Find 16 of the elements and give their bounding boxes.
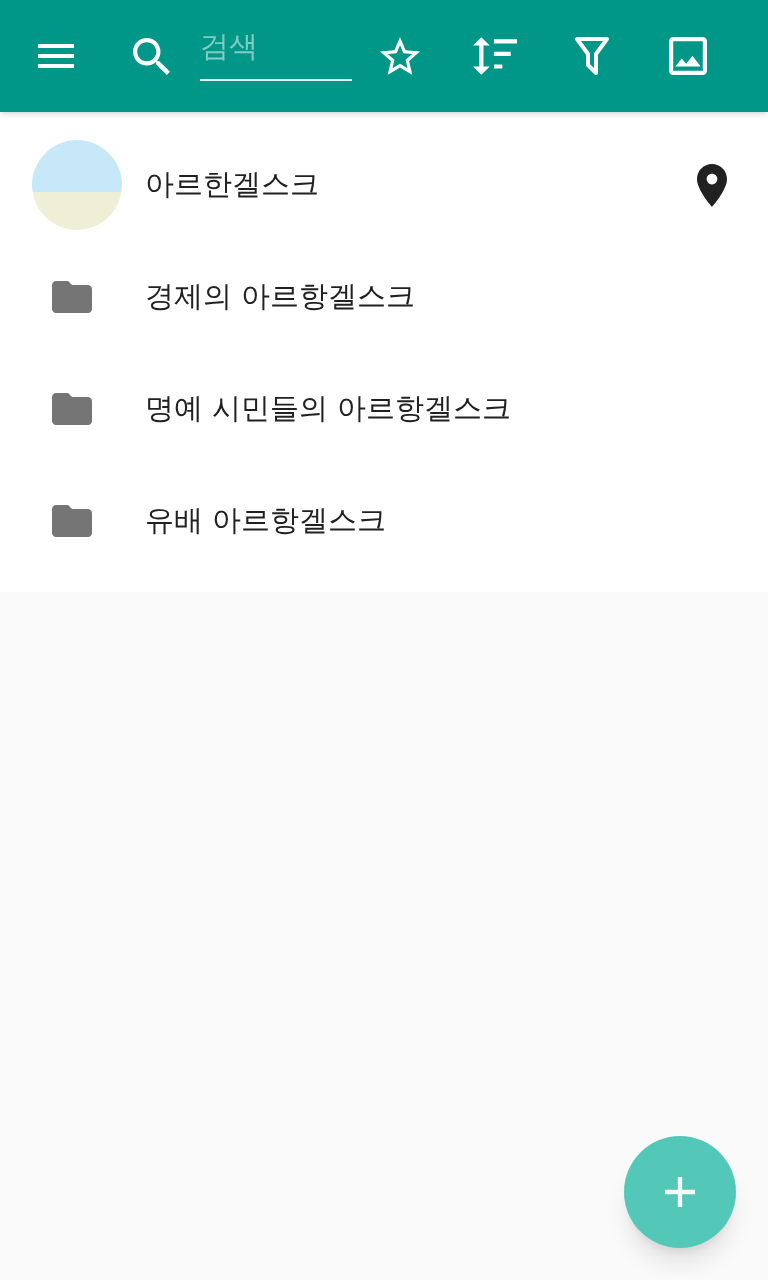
list-item-title[interactable]: 아르한겔스크 xyxy=(145,163,319,207)
sort-icon xyxy=(473,37,517,75)
list-item-title[interactable]: 유배 아르항겔스크 xyxy=(145,499,387,543)
location-pin-icon xyxy=(697,163,727,207)
search-field[interactable]: 검색 xyxy=(200,27,352,81)
plus-icon xyxy=(665,1177,695,1207)
menu-icon xyxy=(38,44,74,68)
image-icon xyxy=(669,37,707,75)
filter-icon xyxy=(575,36,609,76)
search-icon xyxy=(133,37,170,75)
folder-icon xyxy=(52,505,92,537)
star-outline-icon xyxy=(380,37,420,75)
list-item-title[interactable]: 경제의 아르항겔스크 xyxy=(145,275,416,319)
folder-icon xyxy=(52,393,92,425)
list-item-title[interactable]: 명예 시민들의 아르항겔스크 xyxy=(145,387,512,431)
folder-icon xyxy=(52,281,92,313)
